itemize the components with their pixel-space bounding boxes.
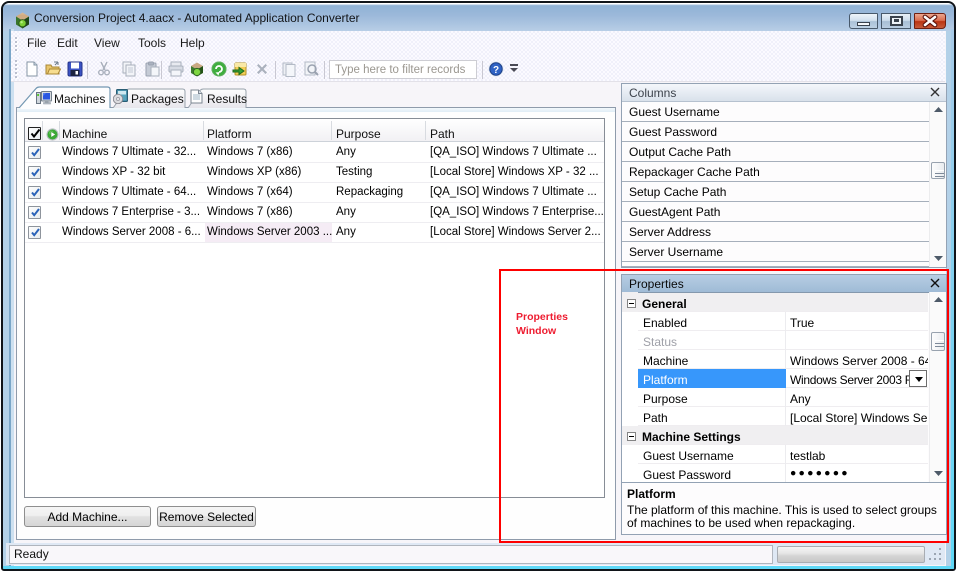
svg-text:?: ? <box>493 65 499 76</box>
